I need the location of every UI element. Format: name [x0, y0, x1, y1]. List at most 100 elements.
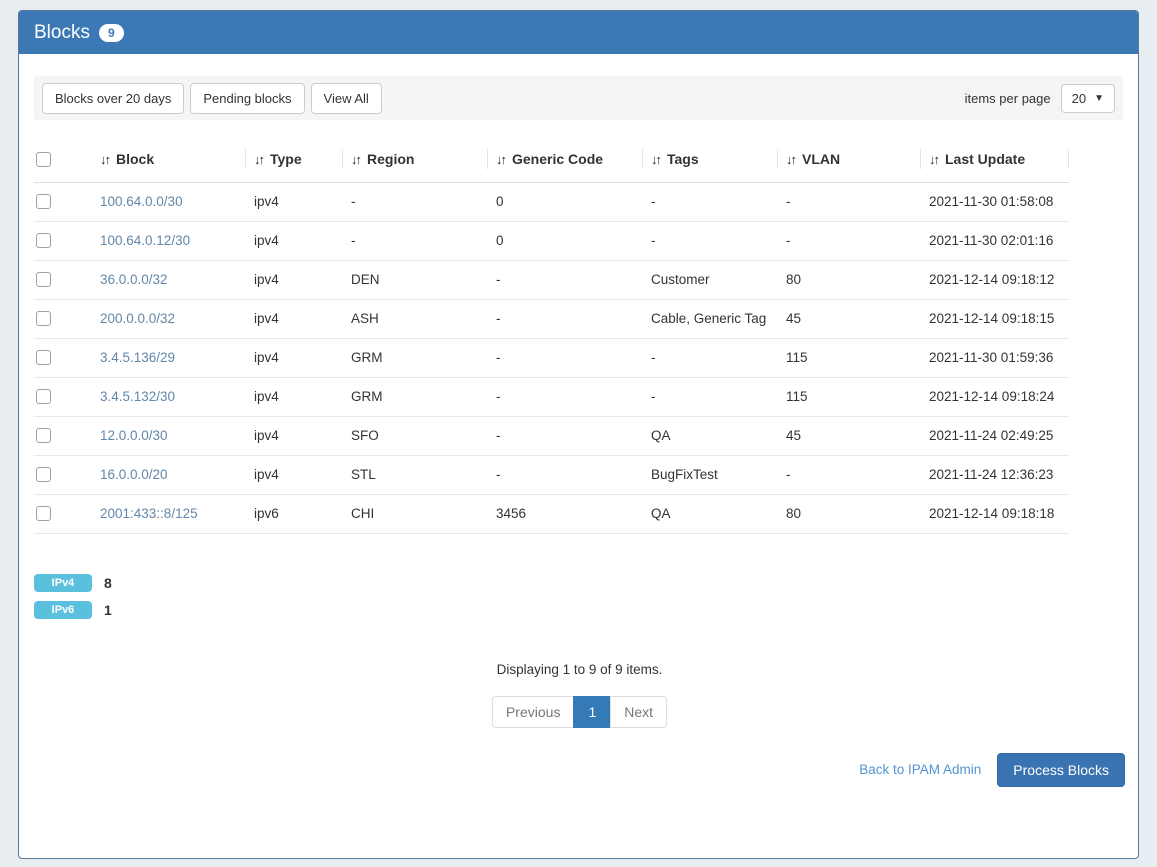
region-cell: GRM — [343, 338, 488, 377]
pagination-next-button[interactable]: Next — [610, 696, 667, 728]
tags-cell: Cable, Generic Tag — [643, 299, 778, 338]
column-header-block[interactable]: ↓↑Block — [92, 136, 246, 182]
block-link[interactable]: 16.0.0.0/20 — [100, 467, 168, 482]
type-cell: ipv4 — [246, 416, 343, 455]
row-checkbox[interactable] — [36, 350, 51, 365]
last-update-cell: 2021-12-14 09:18:18 — [921, 494, 1069, 533]
column-header-vlan[interactable]: ↓↑VLAN — [778, 136, 921, 182]
block-link[interactable]: 3.4.5.136/29 — [100, 350, 175, 365]
ipv4-summary-line: IPv4 8 — [34, 574, 1123, 592]
column-header-generic-code[interactable]: ↓↑Generic Code — [488, 136, 643, 182]
table-row: 3.4.5.136/29 ipv4 GRM - - 115 2021-11-30… — [34, 338, 1069, 377]
table-row: 12.0.0.0/30 ipv4 SFO - QA 45 2021-11-24 … — [34, 416, 1069, 455]
sort-icon: ↓↑ — [651, 152, 660, 167]
select-all-header-cell — [34, 136, 92, 182]
generic-code-cell: 0 — [488, 221, 643, 260]
last-update-cell: 2021-11-30 01:59:36 — [921, 338, 1069, 377]
region-cell: - — [343, 182, 488, 221]
table-row: 16.0.0.0/20 ipv4 STL - BugFixTest - 2021… — [34, 455, 1069, 494]
column-header-tags[interactable]: ↓↑Tags — [643, 136, 778, 182]
last-update-cell: 2021-12-14 09:18:15 — [921, 299, 1069, 338]
tags-cell: - — [643, 338, 778, 377]
page-title: Blocks — [34, 22, 90, 44]
type-cell: ipv4 — [246, 455, 343, 494]
row-checkbox[interactable] — [36, 467, 51, 482]
ipv6-summary-line: IPv6 1 — [34, 601, 1123, 619]
vlan-cell: 45 — [778, 299, 921, 338]
sort-icon: ↓↑ — [929, 152, 938, 167]
blocks-count-badge: 9 — [99, 24, 124, 42]
row-checkbox[interactable] — [36, 311, 51, 326]
type-cell: ipv4 — [246, 182, 343, 221]
last-update-cell: 2021-11-30 02:01:16 — [921, 221, 1069, 260]
vlan-cell: - — [778, 455, 921, 494]
column-header-region[interactable]: ↓↑Region — [343, 136, 488, 182]
block-link[interactable]: 2001:433::8/125 — [100, 506, 198, 521]
ipv6-badge: IPv6 — [34, 601, 92, 619]
process-blocks-button[interactable]: Process Blocks — [997, 753, 1125, 787]
table-row: 100.64.0.12/30 ipv4 - 0 - - 2021-11-30 0… — [34, 221, 1069, 260]
last-update-cell: 2021-11-24 12:36:23 — [921, 455, 1069, 494]
filter-blocks-over-20-days-button[interactable]: Blocks over 20 days — [42, 83, 184, 114]
row-checkbox[interactable] — [36, 194, 51, 209]
generic-code-cell: 0 — [488, 182, 643, 221]
region-cell: - — [343, 221, 488, 260]
generic-code-cell: - — [488, 377, 643, 416]
caret-down-icon: ▼ — [1094, 93, 1104, 104]
block-link[interactable]: 100.64.0.0/30 — [100, 194, 183, 209]
vlan-cell: - — [778, 182, 921, 221]
sort-icon: ↓↑ — [100, 152, 109, 167]
block-link[interactable]: 100.64.0.12/30 — [100, 233, 190, 248]
region-cell: GRM — [343, 377, 488, 416]
region-cell: STL — [343, 455, 488, 494]
tags-cell: BugFixTest — [643, 455, 778, 494]
type-cell: ipv6 — [246, 494, 343, 533]
sort-icon: ↓↑ — [351, 152, 360, 167]
row-checkbox[interactable] — [36, 389, 51, 404]
tags-cell: - — [643, 377, 778, 416]
row-checkbox[interactable] — [36, 233, 51, 248]
generic-code-cell: - — [488, 416, 643, 455]
select-all-checkbox[interactable] — [36, 152, 51, 167]
pagination-page-1-button[interactable]: 1 — [573, 696, 611, 728]
block-link[interactable]: 3.4.5.132/30 — [100, 389, 175, 404]
region-cell: CHI — [343, 494, 488, 533]
tags-cell: Customer — [643, 260, 778, 299]
toolbar: Blocks over 20 days Pending blocks View … — [34, 76, 1123, 120]
last-update-cell: 2021-12-14 09:18:24 — [921, 377, 1069, 416]
table-row: 3.4.5.132/30 ipv4 GRM - - 115 2021-12-14… — [34, 377, 1069, 416]
footer-actions: Back to IPAM Admin Process Blocks — [34, 753, 1125, 787]
sort-icon: ↓↑ — [254, 152, 263, 167]
blocks-table: ↓↑Block ↓↑Type ↓↑Region ↓↑Generic Code ↓… — [34, 136, 1069, 534]
tags-cell: - — [643, 221, 778, 260]
ipv4-count: 8 — [104, 575, 112, 591]
type-cell: ipv4 — [246, 221, 343, 260]
items-per-page-select[interactable]: 20 ▼ — [1061, 84, 1115, 113]
filter-view-all-button[interactable]: View All — [311, 83, 382, 114]
block-link[interactable]: 36.0.0.0/32 — [100, 272, 168, 287]
generic-code-cell: 3456 — [488, 494, 643, 533]
block-link[interactable]: 200.0.0.0/32 — [100, 311, 175, 326]
last-update-cell: 2021-11-24 02:49:25 — [921, 416, 1069, 455]
row-checkbox[interactable] — [36, 428, 51, 443]
block-link[interactable]: 12.0.0.0/30 — [100, 428, 168, 443]
vlan-cell: 45 — [778, 416, 921, 455]
table-row: 36.0.0.0/32 ipv4 DEN - Customer 80 2021-… — [34, 260, 1069, 299]
type-cell: ipv4 — [246, 299, 343, 338]
generic-code-cell: - — [488, 299, 643, 338]
generic-code-cell: - — [488, 338, 643, 377]
pagination: Previous 1 Next — [492, 696, 667, 728]
vlan-cell: 80 — [778, 260, 921, 299]
column-header-type[interactable]: ↓↑Type — [246, 136, 343, 182]
blocks-panel: Blocks 9 Blocks over 20 days Pending blo… — [18, 10, 1139, 859]
row-checkbox[interactable] — [36, 272, 51, 287]
vlan-cell: - — [778, 221, 921, 260]
back-to-ipam-admin-link[interactable]: Back to IPAM Admin — [859, 762, 981, 777]
table-row: 2001:433::8/125 ipv6 CHI 3456 QA 80 2021… — [34, 494, 1069, 533]
row-checkbox[interactable] — [36, 506, 51, 521]
filter-pending-blocks-button[interactable]: Pending blocks — [190, 83, 304, 114]
pagination-previous-button[interactable]: Previous — [492, 696, 574, 728]
generic-code-cell: - — [488, 455, 643, 494]
column-header-last-update[interactable]: ↓↑Last Update — [921, 136, 1069, 182]
tags-cell: QA — [643, 416, 778, 455]
